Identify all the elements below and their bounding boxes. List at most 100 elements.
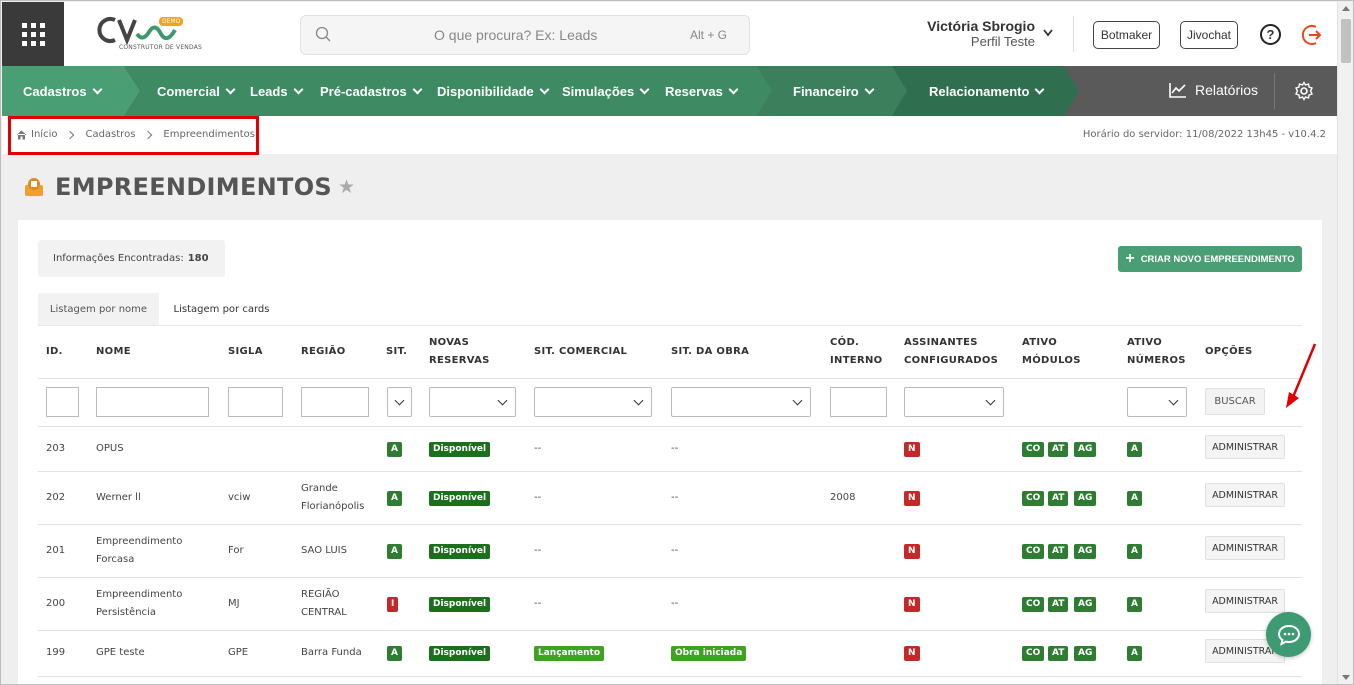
col-header-assinantes[interactable]: ASSINANTES CONFIGURADOS [904, 334, 998, 370]
scroll-down-icon[interactable] [1342, 675, 1350, 680]
user-menu[interactable]: Victória Sbrogio Perfil Teste [902, 18, 1035, 49]
col-header-sit-comercial[interactable]: SIT. COMERCIAL [534, 343, 627, 361]
col-header-ativo-numeros[interactable]: ATIVO NÚMEROS [1127, 334, 1186, 370]
botmaker-button[interactable]: Botmaker [1093, 21, 1160, 49]
cell-sigla: MJ [228, 598, 240, 609]
chevron-down-icon [225, 84, 236, 94]
filter-assinantes-select[interactable] [904, 387, 1004, 417]
search-input[interactable]: O que procura? Ex: Leads Alt + G [300, 15, 750, 55]
col-header-novas-reservas[interactable]: NOVAS RESERVAS [429, 334, 490, 370]
nav-cadastros[interactable]: Cadastros [23, 66, 103, 116]
nav-label: Simulações [562, 83, 635, 99]
nav-comercial[interactable]: Comercial [157, 66, 236, 116]
chevron-down-icon [728, 84, 739, 94]
cell-regiao: Barra Funda [301, 647, 362, 658]
nav-disponibilidade[interactable]: Disponibilidade [437, 66, 550, 116]
administrar-button[interactable]: ADMINISTRAR [1205, 483, 1285, 507]
cv-logo[interactable]: DEMO CONSTRUTOR DE VENDAS [97, 14, 202, 56]
col-header-id[interactable]: ID. [46, 343, 63, 361]
filter-id-input[interactable] [46, 387, 79, 417]
filter-sitobra-select[interactable] [671, 387, 811, 417]
tab-listagem-cards[interactable]: Listagem por cards [164, 293, 279, 326]
badge-sit: I [387, 597, 399, 612]
table-row[interactable]: 201 Empreendimento Forcasa For SAO LUIS A… [38, 525, 1302, 578]
cell-sit-comercial: -- [534, 443, 542, 454]
badge-sit: A [387, 491, 402, 506]
table-row[interactable]: 200 Empreendimento Persistência MJ REGIÃO… [38, 578, 1302, 631]
cell-cod-interno: 2008 [830, 492, 856, 503]
chevron-down-icon [92, 84, 103, 94]
building-icon [25, 178, 43, 196]
badge-sit: A [387, 442, 402, 457]
chevron-down-icon [539, 84, 550, 94]
chat-button[interactable] [1266, 612, 1311, 657]
nav-leads[interactable]: Leads [250, 66, 304, 116]
vertical-scrollbar[interactable] [1337, 2, 1353, 684]
logout-icon[interactable] [1301, 23, 1325, 47]
scroll-thumb[interactable] [1341, 19, 1351, 63]
badge-novas-reservas: Disponível [429, 646, 491, 661]
nav-relatorios[interactable]: Relatórios [1169, 82, 1258, 98]
filter-sit-select[interactable] [387, 387, 412, 417]
cell-line: Grande [301, 483, 338, 494]
header-line: ASSINANTES [904, 337, 978, 348]
cell-regiao: Grande Florianópolis [301, 480, 364, 516]
cell-line: Empreendimento [96, 589, 183, 600]
filter-numeros-select[interactable] [1127, 387, 1187, 417]
filter-sitcom-select[interactable] [534, 387, 652, 417]
nav-label: Cadastros [23, 83, 87, 99]
table-row[interactable]: 199 GPE teste GPE Barra Funda A Disponív… [38, 631, 1302, 676]
results-label: Informações Encontradas: [53, 253, 184, 264]
cell-line: REGIÃO [301, 589, 340, 600]
nav-reservas[interactable]: Reservas [665, 66, 739, 116]
nav-relacionamento[interactable]: Relacionamento [929, 66, 1045, 116]
administrar-button[interactable]: ADMINISTRAR [1205, 435, 1285, 459]
star-icon[interactable]: ★ [338, 176, 355, 198]
cell-sit-comercial: -- [534, 545, 542, 556]
badge-numeros: A [1127, 491, 1142, 506]
gear-icon[interactable] [1294, 81, 1314, 101]
chevron-down-icon[interactable] [1042, 28, 1054, 38]
nav-simulacoes[interactable]: Simulações [562, 66, 650, 116]
cell-id: 200 [46, 598, 66, 609]
create-button[interactable]: + CRIAR NOVO EMPREENDIMENTO [1118, 246, 1302, 272]
administrar-button[interactable]: ADMINISTRAR [1205, 536, 1285, 560]
cell-nome: OPUS [96, 443, 124, 454]
badge-numeros: A [1127, 544, 1142, 559]
filter-nome-input[interactable] [96, 387, 209, 417]
results-number: 180 [187, 253, 209, 264]
nav-financeiro[interactable]: Financeiro [793, 66, 875, 116]
cell-line: CENTRAL [301, 607, 347, 618]
cell-sit-comercial: -- [534, 492, 542, 503]
cell-sit-obra: -- [671, 443, 679, 454]
badge-modulo-co: CO [1022, 544, 1045, 559]
filter-sigla-input[interactable] [228, 387, 283, 417]
jivochat-button[interactable]: Jivochat [1180, 21, 1238, 49]
col-header-cod-interno[interactable]: CÓD. INTERNO [830, 334, 882, 370]
badge-assinantes: N [904, 491, 920, 506]
col-header-ativo-modulos[interactable]: ATIVO MÓDULOS [1022, 334, 1081, 370]
cell-sit-obra: -- [671, 598, 679, 609]
col-header-regiao[interactable]: REGIÃO [301, 343, 346, 361]
nav-label: Pré-cadastros [320, 83, 407, 99]
table-row[interactable]: 203 OPUS A Disponível -- -- N CO AT AG A… [38, 427, 1302, 472]
grid-icon [21, 22, 45, 46]
scroll-up-icon[interactable] [1342, 6, 1350, 11]
nav-pre-cadastros[interactable]: Pré-cadastros [320, 66, 423, 116]
main-nav: Cadastros Comercial Leads Pré-cadastros … [2, 66, 1337, 116]
buscar-button[interactable]: BUSCAR [1205, 388, 1265, 415]
table-row[interactable]: 202 Werner ll vciw Grande Florianópolis A… [38, 472, 1302, 525]
administrar-button[interactable]: ADMINISTRAR [1205, 589, 1285, 613]
apps-menu-button[interactable] [2, 2, 64, 66]
col-header-sit-obra[interactable]: SIT. DA OBRA [671, 343, 749, 361]
help-icon[interactable]: ? [1260, 24, 1281, 45]
filter-novas-select[interactable] [429, 387, 516, 417]
tab-listagem-nome[interactable]: Listagem por nome [38, 293, 159, 326]
chevron-down-icon [1034, 84, 1045, 94]
filter-cod-input[interactable] [830, 387, 887, 417]
col-header-sigla[interactable]: SIGLA [228, 343, 263, 361]
col-header-nome[interactable]: NOME [96, 343, 131, 361]
filter-regiao-input[interactable] [301, 387, 369, 417]
col-header-sit[interactable]: SIT. [386, 343, 407, 361]
cell-sigla: vciw [228, 492, 251, 503]
